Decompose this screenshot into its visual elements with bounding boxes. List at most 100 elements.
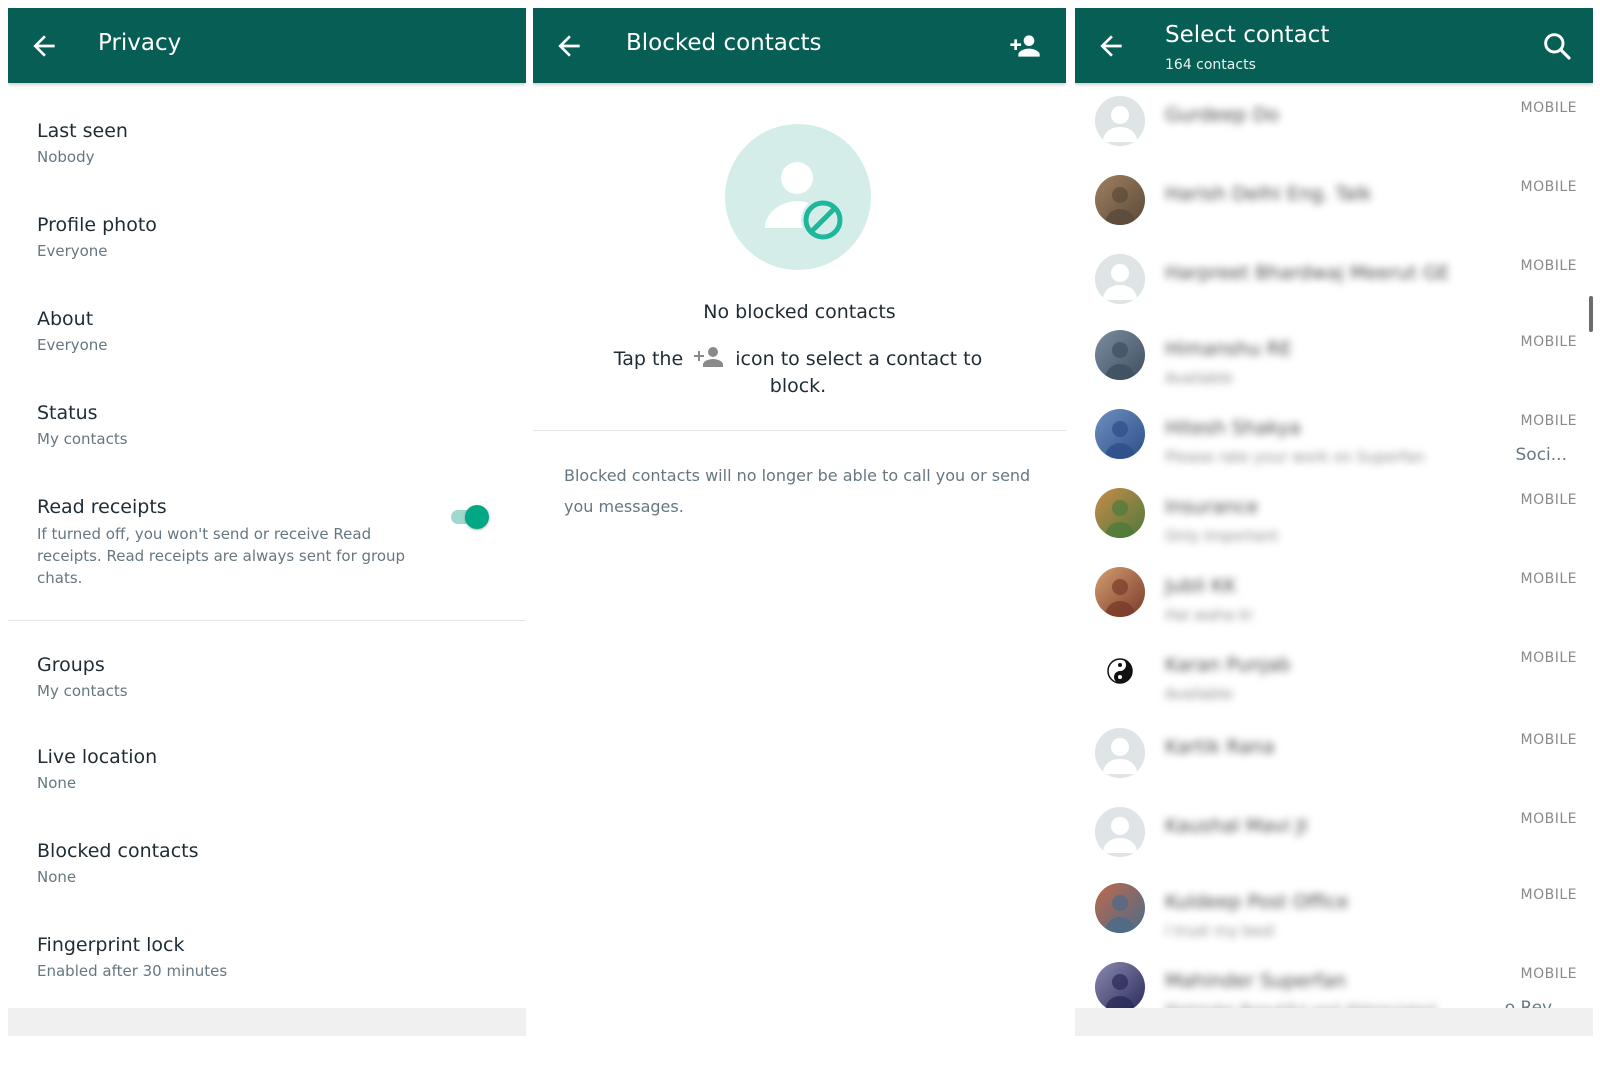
blocked-app-bar: Blocked contacts [533,8,1066,83]
contact-phone-type: MOBILE [1520,413,1577,429]
contact-name: Kartik Rana [1165,736,1275,758]
contact-row[interactable]: Kaushal Mavi JI MOBILE [1075,801,1593,880]
contact-name: Himanshu RE [1165,338,1292,360]
default-avatar-icon [1095,96,1145,146]
contact-phone-type: MOBILE [1520,571,1577,587]
section-divider [533,430,1066,431]
back-arrow-icon[interactable] [553,30,585,62]
blocked-contacts-screen: Blocked contacts No blocked contacts Tap… [533,8,1066,1058]
page-title: Blocked contacts [626,30,822,56]
blocked-info-text: Blocked contacts will no longer be able … [564,466,1031,516]
contact-photo [1095,962,1145,1012]
default-avatar-icon [1095,807,1145,857]
contact-phone-type: MOBILE [1520,887,1577,903]
privacy-screen: Privacy Last seen Nobody Profile photo E… [8,8,526,1058]
setting-groups[interactable]: Groups My contacts [37,654,507,700]
contact-photo [1095,567,1145,617]
setting-status[interactable]: Status My contacts [37,402,507,448]
add-contact-icon [694,347,724,367]
contact-phone-type: MOBILE [1520,811,1577,827]
search-icon[interactable] [1541,30,1573,62]
contact-row[interactable]: Harpreet Bhardwaj Meerut GE MOBILE [1075,248,1593,327]
contact-row[interactable]: Gurdeep Do MOBILE [1075,90,1593,169]
setting-label: Groups [37,654,105,676]
contact-row[interactable]: Insurance Only Important MOBILE [1075,482,1593,561]
contact-row[interactable]: Himanshu RE Available MOBILE [1075,324,1593,403]
contact-name: Hitesh Shakya [1165,417,1301,439]
page-title: Privacy [98,30,182,56]
setting-value: Nobody [37,148,95,166]
contact-name: Insurance [1165,496,1259,518]
setting-label: Live location [37,746,158,768]
blocked-person-icon [765,162,845,242]
add-contact-icon[interactable] [1009,30,1041,62]
blocked-user-illustration [725,124,871,270]
contact-row[interactable]: Karan Punjab Available MOBILE [1075,640,1593,719]
contact-row[interactable]: Hitesh Shakya Please rate your work on Su… [1075,403,1593,482]
contact-name: Karan Punjab [1165,654,1291,676]
setting-value: Everyone [37,242,108,260]
back-arrow-icon[interactable] [28,30,60,62]
setting-last-seen[interactable]: Last seen Nobody [37,120,507,166]
contact-row[interactable]: Harish Delhi Eng. Talk MOBILE [1075,169,1593,248]
contact-phone-type: MOBILE [1520,492,1577,508]
contact-status: Hai waha ki [1165,606,1253,624]
setting-value: My contacts [37,682,128,700]
section-divider [8,620,526,621]
contact-phone-type: MOBILE [1520,179,1577,195]
scrollbar[interactable] [1589,296,1593,332]
default-avatar-icon [1095,728,1145,778]
page-title: Select contact [1165,22,1330,48]
setting-fingerprint-lock[interactable]: Fingerprint lock Enabled after 30 minute… [37,934,507,980]
contact-phone-type: MOBILE [1520,100,1577,116]
contact-count: 164 contacts [1165,57,1256,73]
contact-row[interactable]: Jubli KK Hai waha ki MOBILE [1075,561,1593,640]
contact-status: Available [1165,369,1233,387]
empty-state-hint: Tap the icon to select a contact to bloc… [593,346,1003,400]
system-nav-bar [1075,1008,1593,1036]
setting-value: None [37,868,77,886]
contact-photo [1095,175,1145,225]
setting-profile-photo[interactable]: Profile photo Everyone [37,214,507,260]
contact-photo [1095,488,1145,538]
contact-name: Jubli KK [1165,575,1237,597]
default-avatar-icon [1095,254,1145,304]
contact-photo [1095,883,1145,933]
contact-row[interactable]: Kartik Rana MOBILE [1075,722,1593,801]
setting-value: Everyone [37,336,108,354]
setting-value: Enabled after 30 minutes [37,962,228,980]
setting-value: None [37,774,77,792]
hint-text-after: icon to select a contact to block. [735,348,983,397]
contact-status: Available [1165,685,1233,703]
select-contact-screen: Select contact 164 contacts Gurdeep Do MO… [1075,8,1593,1058]
setting-read-receipts[interactable]: Read receipts If turned off, you won't s… [37,496,507,589]
toggle-thumb [465,505,489,529]
contact-name: Mahinder Superfan [1165,970,1347,992]
privacy-app-bar: Privacy [8,8,526,83]
setting-label: Fingerprint lock [37,934,185,956]
yin-yang-icon [1095,646,1145,696]
contact-name: Harish Delhi Eng. Talk [1165,183,1372,205]
setting-about[interactable]: About Everyone [37,308,507,354]
back-arrow-icon[interactable] [1095,30,1127,62]
select-app-bar: Select contact 164 contacts [1075,8,1593,83]
setting-description: If turned off, you won't send or receive… [37,525,406,587]
contact-phone-type: MOBILE [1520,334,1577,350]
hint-text-before: Tap the [613,348,684,370]
contact-name: Harpreet Bhardwaj Meerut GE [1165,262,1450,284]
contact-name: Gurdeep Do [1165,104,1280,126]
setting-label: Read receipts [37,496,167,518]
setting-blocked-contacts[interactable]: Blocked contacts None [37,840,507,886]
contact-name: Kaushal Mavi JI [1165,815,1308,837]
read-receipts-toggle[interactable] [451,501,493,531]
setting-label: Last seen [37,120,128,142]
setting-label: Blocked contacts [37,840,199,862]
contact-status: Only Important [1165,527,1279,545]
contact-row[interactable]: Kuldeep Post Office I trust my best MOBILE [1075,877,1593,956]
empty-state-title: No blocked contacts [703,301,896,323]
contact-phone-type: MOBILE [1520,650,1577,666]
setting-value: My contacts [37,430,128,448]
contact-status: I trust my best [1165,922,1275,940]
setting-label: Profile photo [37,214,157,236]
setting-live-location[interactable]: Live location None [37,746,507,792]
